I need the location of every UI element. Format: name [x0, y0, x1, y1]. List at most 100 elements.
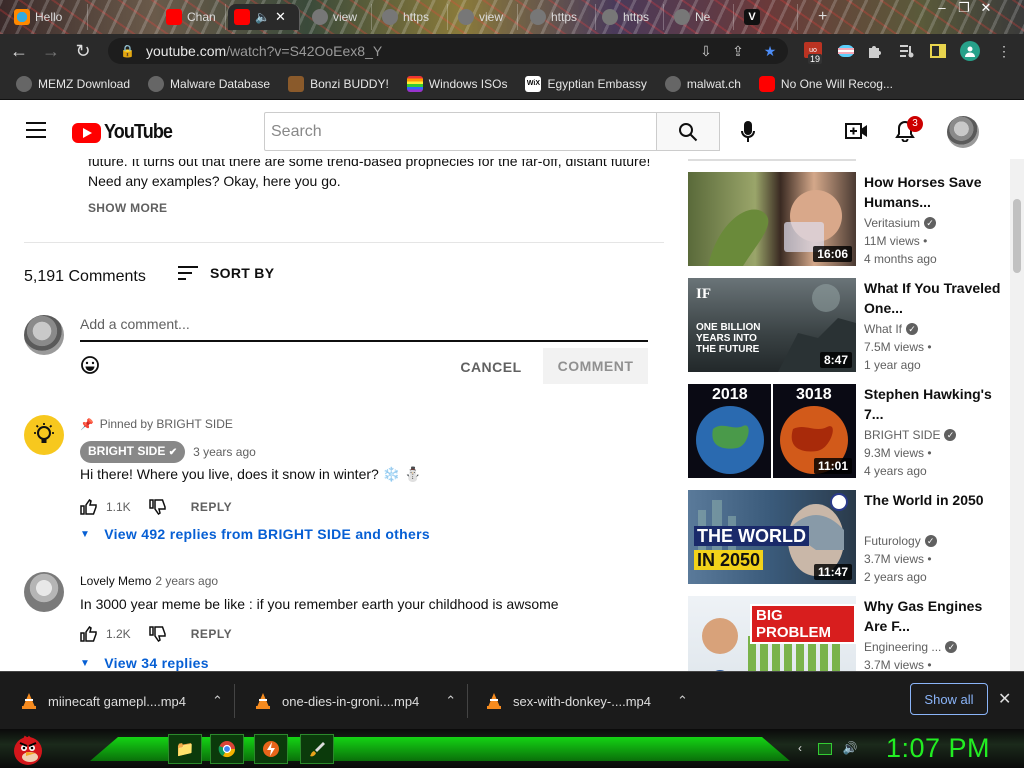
download-item[interactable]: one-dies-in-groni....mp4 ⌃ [256, 682, 469, 720]
thumbs-up-icon[interactable] [80, 499, 98, 515]
reload-icon[interactable]: ↻ [70, 38, 96, 64]
bookmark-star-icon[interactable]: ★ [760, 41, 780, 61]
create-video-button[interactable] [844, 118, 870, 144]
taskbar-app-4[interactable] [300, 734, 334, 764]
forward-icon[interactable]: → [38, 38, 64, 64]
search-input[interactable]: Search [264, 112, 657, 151]
commenter-avatar[interactable] [24, 572, 64, 612]
channel-name[interactable]: Veritasium ✓ [864, 216, 937, 230]
comment-time[interactable]: 3 years ago [193, 445, 256, 459]
channel-name[interactable]: What If ✓ [864, 322, 919, 336]
scrollbar-thumb[interactable] [1013, 199, 1021, 273]
recommendation-item[interactable]: BIG PROBLEM Why Gas Engines Are F... Eng… [688, 596, 1008, 671]
address-bar[interactable]: 🔒 youtube.com/watch?v=S42OoEex8_Y [108, 38, 788, 64]
recommendation-item[interactable]: 2018 3018 11:01 Stephen Hawking's 7... B… [688, 384, 1008, 480]
search-button[interactable] [656, 112, 720, 151]
bookmark-no-one-will-recog[interactable]: No One Will Recog... [758, 75, 893, 92]
comment-time[interactable]: 2 years ago [155, 574, 218, 588]
video-thumbnail[interactable]: 16:06 [688, 172, 856, 266]
tab-2[interactable]: Chan [160, 4, 226, 30]
view-replies-button[interactable]: ▼ View 34 replies [80, 655, 209, 671]
bright-side-avatar[interactable] [24, 415, 64, 455]
tab-6[interactable]: view [452, 4, 518, 30]
profile-avatar-icon[interactable] [960, 41, 980, 61]
bookmark-malware-database[interactable]: Malware Database [148, 75, 270, 92]
chevron-up-icon[interactable]: ⌃ [212, 693, 223, 709]
video-title[interactable]: Stephen Hawking's 7... [864, 384, 1004, 424]
close-tab-icon[interactable]: ✕ [275, 9, 286, 25]
recommendation-item[interactable]: THE WORLD IN 2050 11:47 The World in 205… [688, 490, 1008, 586]
channel-name[interactable]: BRIGHT SIDE ✓ [864, 428, 957, 442]
emoji-button[interactable] [80, 355, 100, 375]
comment-author[interactable]: Lovely Memo [80, 574, 151, 588]
bookmark-memz[interactable]: MEMZ Download [16, 75, 130, 92]
add-comment-input[interactable]: Add a comment... [80, 314, 648, 342]
video-title[interactable]: The World in 2050 [864, 490, 1004, 510]
show-all-downloads-button[interactable]: Show all [910, 683, 988, 715]
chevron-up-icon[interactable]: ⌃ [677, 693, 688, 709]
page-scrollbar[interactable] [1010, 159, 1024, 671]
video-thumbnail[interactable]: IF ONE BILLION YEARS INTO THE FUTURE 8:4… [688, 278, 856, 372]
maximize-icon[interactable]: ❐ [956, 0, 972, 16]
thumbs-up-icon[interactable] [80, 626, 98, 642]
back-icon[interactable]: ← [6, 38, 32, 64]
bookmark-malwatch[interactable]: malwat.ch [664, 75, 741, 92]
thumbs-down-icon[interactable] [148, 499, 167, 515]
tab-8[interactable]: https [596, 4, 664, 30]
tab-5[interactable]: https [376, 4, 448, 30]
author-chip[interactable]: BRIGHT SIDE ✔ [80, 441, 186, 463]
close-shelf-icon[interactable]: ✕ [998, 689, 1011, 709]
tray-chevron-icon[interactable]: ‹ [792, 741, 808, 757]
account-avatar[interactable] [947, 116, 979, 148]
reply-button[interactable]: REPLY [191, 627, 232, 641]
bookmark-egyptian-embassy[interactable]: WiX Egyptian Embassy [525, 75, 647, 92]
extensions-puzzle-icon[interactable] [864, 41, 884, 61]
recommendation-item[interactable]: IF ONE BILLION YEARS INTO THE FUTURE 8:4… [688, 278, 1008, 374]
tray-volume-icon[interactable]: 🔊 [842, 741, 858, 757]
video-thumbnail[interactable]: BIG PROBLEM [688, 596, 856, 671]
flag-extension-icon[interactable] [836, 41, 856, 61]
chevron-up-icon[interactable]: ⌃ [445, 693, 456, 709]
menu-kebab-icon[interactable]: ⋮ [994, 41, 1014, 61]
taskbar-app-3[interactable] [254, 734, 288, 764]
video-title[interactable]: How Horses Save Humans... [864, 172, 1004, 212]
tab-4[interactable]: view [306, 4, 372, 30]
tab-active[interactable]: 🔈 ✕ [228, 4, 300, 30]
voice-search-button[interactable] [735, 118, 761, 146]
tab-7[interactable]: https [524, 4, 596, 30]
show-more-button[interactable]: SHOW MORE [88, 201, 167, 215]
start-button[interactable] [10, 731, 46, 767]
cancel-button[interactable]: CANCEL [455, 349, 527, 385]
video-thumbnail[interactable]: 2018 3018 11:01 [688, 384, 856, 478]
media-control-icon[interactable] [898, 41, 918, 61]
taskbar-chrome[interactable] [210, 734, 244, 764]
tray-monitor-icon[interactable] [818, 743, 832, 755]
download-item[interactable]: miinecaft gamepl....mp4 ⌃ [22, 682, 235, 720]
video-title[interactable]: Why Gas Engines Are F... [864, 596, 1004, 636]
reply-button[interactable]: REPLY [191, 500, 232, 514]
taskbar-file-explorer[interactable]: 📁 [168, 734, 202, 764]
bookmark-bonzi-buddy[interactable]: Bonzi BUDDY! [288, 75, 389, 92]
speaker-icon[interactable]: 🔈 [255, 10, 270, 24]
tab-1[interactable]: Hello [8, 4, 88, 30]
video-title[interactable]: What If You Traveled One... [864, 278, 1004, 318]
tab-10[interactable]: V [738, 4, 798, 30]
download-item[interactable]: sex-with-donkey-....mp4 ⌃ [487, 682, 688, 720]
share-icon[interactable]: ⇪ [728, 41, 748, 61]
youtube-logo[interactable]: YouTube [72, 121, 180, 144]
comment-submit-button[interactable]: COMMENT [543, 348, 648, 384]
install-app-icon[interactable]: ⇩ [696, 41, 716, 61]
sort-by-button[interactable]: SORT BY [178, 265, 274, 281]
recommendation-item[interactable]: 16:06 How Horses Save Humans... Veritasi… [688, 172, 1008, 268]
channel-name[interactable]: Engineering ... ✓ [864, 640, 958, 654]
thumbs-down-icon[interactable] [148, 626, 167, 642]
taskbar-clock[interactable]: 1:07 PM [886, 733, 990, 764]
channel-name[interactable]: Futurology ✓ [864, 534, 937, 548]
view-replies-button[interactable]: ▼ View 492 replies from BRIGHT SIDE and … [80, 526, 430, 542]
video-thumbnail[interactable]: THE WORLD IN 2050 11:47 [688, 490, 856, 584]
window-close-icon[interactable]: ✕ [978, 0, 994, 16]
tab-9[interactable]: Ne [668, 4, 734, 30]
minimize-icon[interactable]: – [934, 0, 950, 16]
new-tab-button[interactable]: + [812, 4, 838, 30]
hamburger-menu-icon[interactable] [26, 122, 46, 138]
